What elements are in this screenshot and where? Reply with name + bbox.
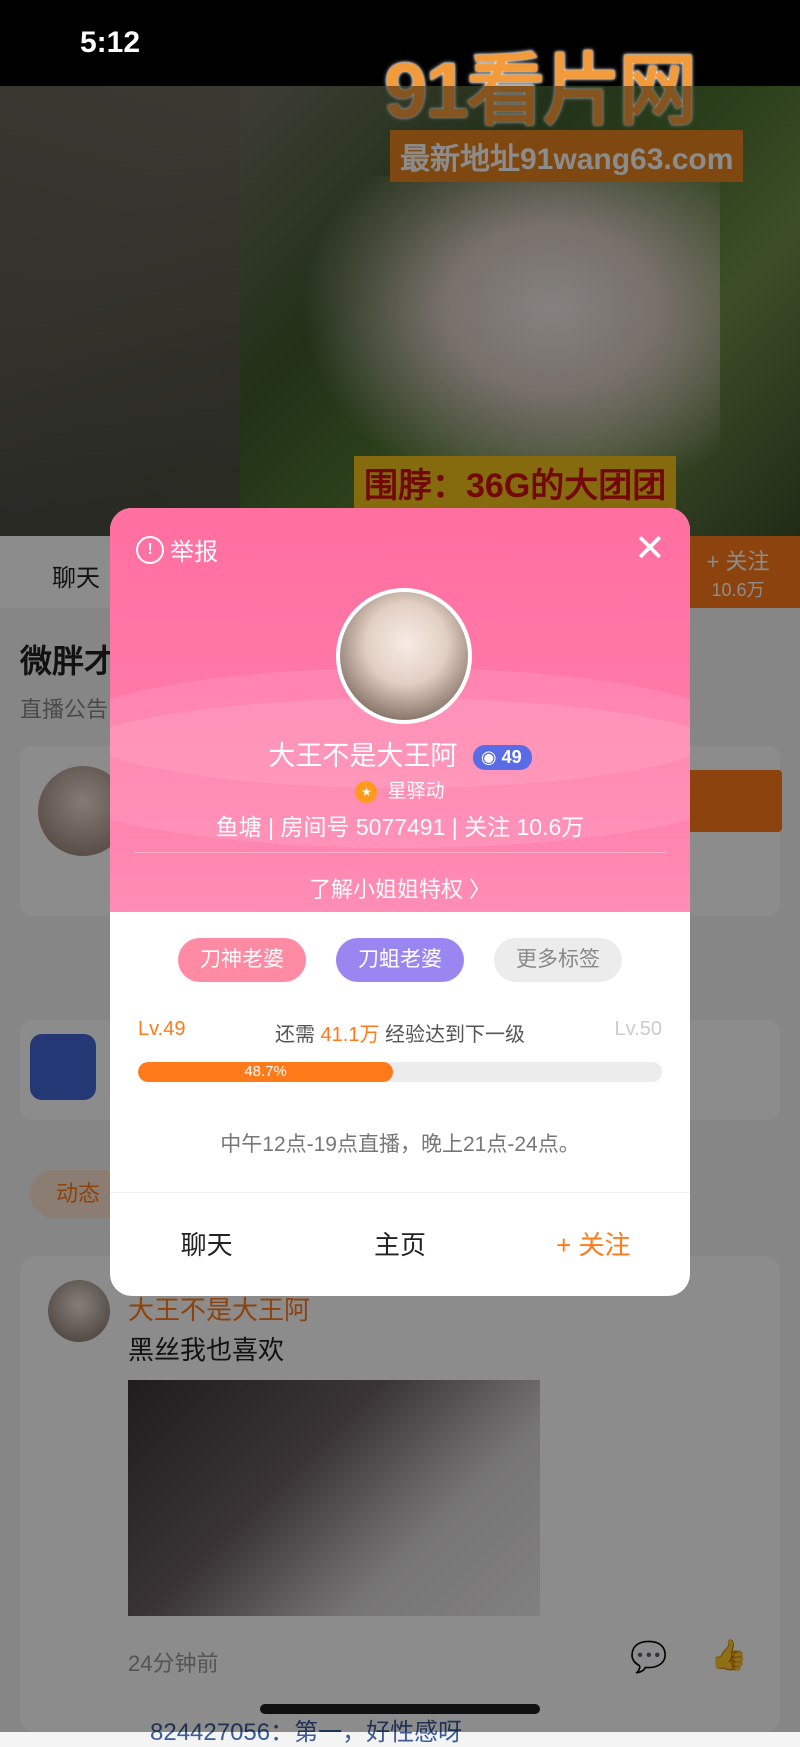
follow-button[interactable]: + 关注 [497, 1194, 690, 1296]
next-level: Lv.50 [614, 1018, 662, 1040]
divider [134, 852, 666, 853]
profile-modal: ! 举报 ✕ 大王不是大王阿 ◉ 49 ★ 星驿动 鱼塘 | 房间号 507749… [110, 508, 690, 1296]
more-tags-button[interactable]: 更多标签 [494, 938, 622, 982]
close-icon[interactable]: ✕ [634, 526, 666, 571]
exp-needed: 还需 41.1万 经验达到下一级 [138, 1018, 662, 1047]
tag-item[interactable]: 刀神老婆 [178, 938, 306, 982]
level-badge-value: 49 [501, 747, 522, 768]
guild-name: 星驿动 [387, 781, 445, 802]
level-progress-fill: 48.7% [138, 1062, 394, 1082]
level-progress-bar: 48.7% [138, 1062, 662, 1082]
streamer-name-row: 大王不是大王阿 ◉ 49 [110, 734, 690, 773]
level-row: Lv.49 还需 41.1万 经验达到下一级 Lv.50 [138, 1018, 662, 1046]
exp-value: 41.1万 [320, 1024, 380, 1046]
chat-button[interactable]: 聊天 [110, 1194, 303, 1296]
streamer-avatar[interactable] [336, 588, 472, 724]
home-button[interactable]: 主页 [303, 1194, 496, 1296]
tag-list: 刀神老婆 刀蛆老婆 更多标签 [110, 938, 690, 982]
modal-footer: 聊天 主页 + 关注 [110, 1194, 690, 1296]
report-label: 举报 [170, 539, 218, 566]
report-button[interactable]: ! 举报 [136, 532, 218, 567]
live-schedule: 中午12点-19点直播，晚上21点-24点。 [220, 1133, 580, 1156]
guild-icon: ★ [355, 780, 378, 803]
divider [110, 1192, 690, 1193]
tag-item[interactable]: 刀蛆老婆 [336, 938, 464, 982]
status-time: 5:12 [80, 26, 141, 59]
home-indicator[interactable] [260, 1704, 540, 1714]
level-badge: ◉ 49 [472, 745, 532, 771]
exp-suffix: 经验达到下一级 [379, 1024, 526, 1046]
exclamation-icon: ! [136, 535, 164, 564]
privilege-link[interactable]: 了解小姐姐特权 〉 [110, 872, 690, 904]
room-info: 鱼塘 | 房间号 5077491 | 关注 10.6万 [215, 814, 585, 840]
streamer-name: 大王不是大王阿 [268, 741, 458, 771]
exp-prefix: 还需 [274, 1024, 321, 1046]
guild-row: ★ 星驿动 [110, 776, 690, 803]
